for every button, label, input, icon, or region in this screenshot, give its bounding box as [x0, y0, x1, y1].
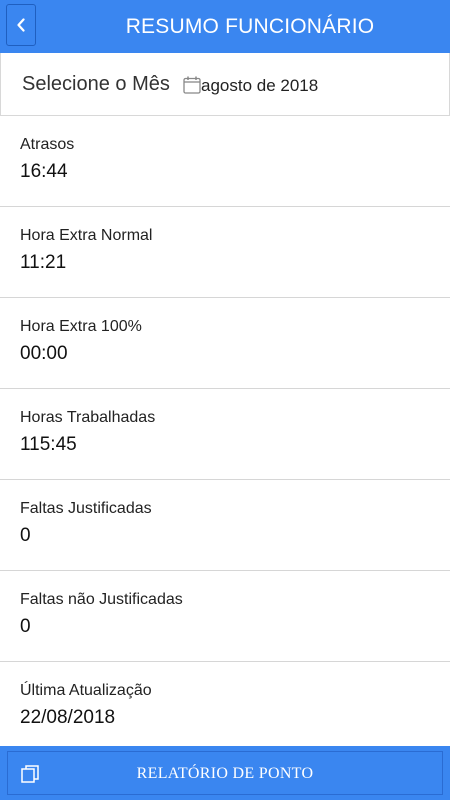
summary-item-value: 11:21 [20, 252, 67, 273]
summary-item-ultima-atualizacao: Última Atualização 22/08/2018 [0, 662, 450, 753]
summary-item-faltas-justificadas: Faltas Justificadas 0 [0, 480, 450, 571]
footer-bar: RELATÓRIO DE PONTO [0, 746, 450, 800]
summary-item-value: 00:00 [20, 343, 68, 364]
report-button[interactable]: RELATÓRIO DE PONTO [7, 751, 443, 795]
summary-item-value: 0 [20, 616, 31, 637]
summary-item-label: Atrasos [20, 136, 75, 153]
summary-item-label: Última Atualização [20, 682, 152, 699]
summary-item-value: 0 [20, 525, 31, 546]
summary-item-label: Hora Extra 100% [20, 318, 142, 335]
month-selector-value[interactable]: agosto de 2018 [201, 53, 318, 118]
summary-item-hora-extra-normal: Hora Extra Normal 11:21 [0, 207, 450, 298]
page-title: RESUMO FUNCIONÁRIO [125, 15, 375, 38]
summary-item-hora-extra-100: Hora Extra 100% 00:00 [0, 298, 450, 389]
summary-item-label: Faltas Justificadas [20, 500, 152, 517]
summary-item-label: Faltas não Justificadas [20, 591, 183, 608]
back-button[interactable] [6, 4, 36, 46]
report-button-label: RELATÓRIO DE PONTO [136, 765, 314, 782]
summary-item-label: Horas Trabalhadas [20, 409, 156, 426]
summary-item-value: 16:44 [20, 161, 68, 182]
summary-item-atrasos: Atrasos 16:44 [0, 116, 450, 207]
summary-item-value: 22/08/2018 [20, 707, 116, 728]
summary-item-value: 115:45 [20, 434, 77, 455]
summary-item-faltas-nao-justificadas: Faltas não Justificadas 0 [0, 571, 450, 662]
calendar-icon[interactable] [183, 76, 201, 94]
month-selector-row: Selecione o Mês agosto de 2018 [0, 53, 450, 116]
chevron-left-icon [17, 18, 25, 32]
month-selector-label: Selecione o Mês [22, 73, 170, 95]
summary-list: Atrasos 16:44 Hora Extra Normal 11:21 Ho… [0, 116, 450, 753]
app-header: RESUMO FUNCIONÁRIO [0, 0, 450, 53]
summary-item-label: Hora Extra Normal [20, 227, 153, 244]
summary-item-horas-trabalhadas: Horas Trabalhadas 115:45 [0, 389, 450, 480]
